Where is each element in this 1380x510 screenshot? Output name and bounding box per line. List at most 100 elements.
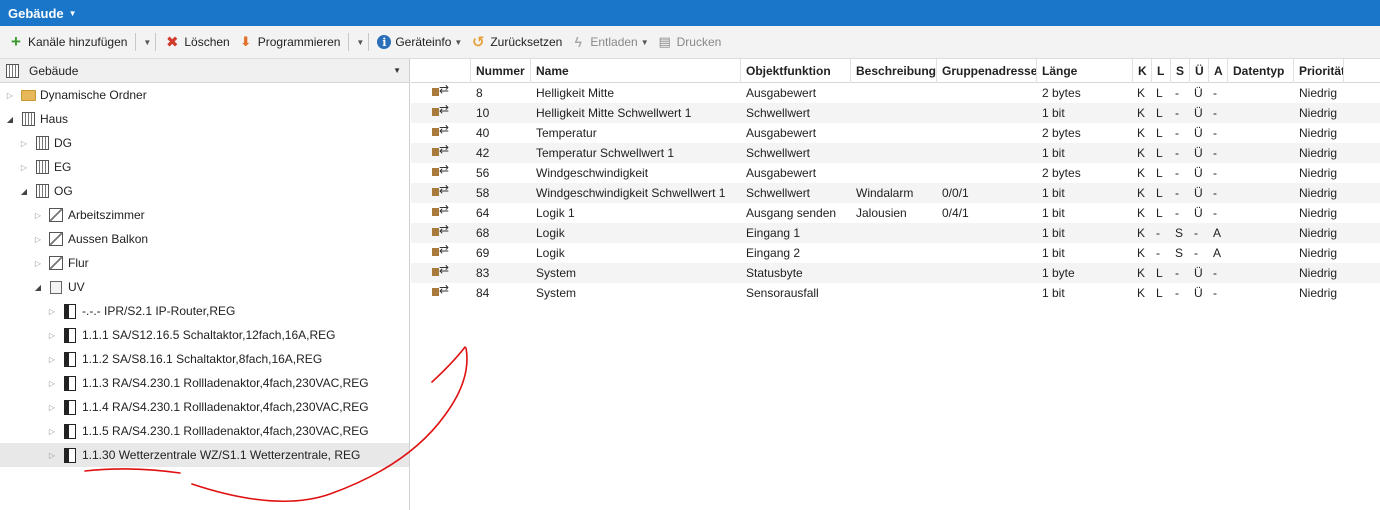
column-header-icon[interactable]: [411, 58, 471, 83]
building-icon: [34, 183, 50, 199]
table-row[interactable]: ⇄ 68 Logik Eingang 11 bit K - S - A Niedrig: [411, 223, 1380, 243]
table-cell: Ü: [1194, 186, 1203, 200]
table-cell: Temperatur Schwellwert 1: [536, 146, 675, 160]
lightning-icon: ϟ: [574, 34, 583, 50]
table-cell: Niedrig: [1299, 286, 1338, 300]
tree-node[interactable]: ▷ Flur: [0, 251, 409, 275]
expand-icon[interactable]: ▷: [46, 307, 58, 316]
table-cell: -: [1175, 206, 1179, 220]
table-cell: -: [1213, 106, 1217, 120]
reset-label: Zurücksetzen: [490, 35, 563, 49]
column-header[interactable]: Beschreibung: [851, 58, 937, 83]
table-cell: Windgeschwindigkeit Schwellwert 1: [536, 186, 726, 200]
expand-icon[interactable]: ▷: [46, 379, 58, 388]
expand-icon[interactable]: ▷: [4, 91, 16, 100]
tree-node[interactable]: ▷ 1.1.3 RA/S4.230.1 Rollladenaktor,4fach,…: [0, 371, 409, 395]
expand-icon[interactable]: ▷: [18, 163, 30, 172]
tree-node[interactable]: ▷ Arbeitszimmer: [0, 203, 409, 227]
expand-icon[interactable]: ▷: [46, 355, 58, 364]
tree-node[interactable]: ▷ DG: [0, 131, 409, 155]
table-header: Nummer Name Objektfunktion Beschreibung Grup…: [411, 58, 1380, 83]
add-channels-button[interactable]: + Kanäle hinzufügen: [4, 30, 131, 54]
column-header[interactable]: Ü: [1190, 58, 1209, 83]
table-cell: Niedrig: [1299, 206, 1338, 220]
table-row[interactable]: ⇄ 10 Helligkeit Mitte Schwellwert 1 Schwell…: [411, 103, 1380, 123]
column-header[interactable]: Nummer: [471, 58, 531, 83]
table-body: ⇄ 8 Helligkeit Mitte Ausgabewert 2 bytes K L - Ü…: [411, 83, 1380, 303]
expand-icon[interactable]: ▷: [46, 403, 58, 412]
title-bar[interactable]: Gebäude ▼: [0, 0, 1380, 26]
table-row[interactable]: ⇄ 58 Windgeschwindigkeit Schwellwert 1 Schw…: [411, 183, 1380, 203]
column-header[interactable]: Name: [531, 58, 741, 83]
tree-node[interactable]: ◢ UV: [0, 275, 409, 299]
plus-icon: +: [11, 32, 21, 51]
column-header[interactable]: K: [1133, 58, 1152, 83]
table-cell: Schwellwert: [746, 106, 811, 120]
table-row[interactable]: ⇄ 56 Windgeschwindigkeit Ausgabewert 2 bytes…: [411, 163, 1380, 183]
delete-button[interactable]: ✖ Löschen: [160, 30, 233, 54]
table-cell: L: [1156, 186, 1163, 200]
tree-node[interactable]: ▷ 1.1.5 RA/S4.230.1 Rollladenaktor,4fach,…: [0, 419, 409, 443]
tree-node[interactable]: ◢ OG: [0, 179, 409, 203]
table-cell: -: [1175, 126, 1179, 140]
expand-icon[interactable]: ▷: [32, 235, 44, 244]
tree-node[interactable]: ▷ 1.1.4 RA/S4.230.1 Rollladenaktor,4fach,…: [0, 395, 409, 419]
table-cell: K: [1137, 286, 1146, 300]
title-dropdown-icon[interactable]: ▼: [69, 9, 77, 18]
tree-node-label: EG: [54, 160, 72, 174]
tree-node[interactable]: ▷ 1.1.1 SA/S12.16.5 Schaltaktor,12fach,16…: [0, 323, 409, 347]
column-header[interactable]: Datentyp: [1228, 58, 1294, 83]
table-cell: -: [1213, 166, 1217, 180]
table-cell: K: [1137, 146, 1146, 160]
table-row[interactable]: ⇄ 84 System Sensorausfall 1 bit K L - Ü - Niedrig: [411, 283, 1380, 303]
tree-header[interactable]: Gebäude ▼: [0, 59, 409, 83]
table-row[interactable]: ⇄ 64 Logik 1 Ausgang senden Jalousien 0/4/1 1 …: [411, 203, 1380, 223]
expand-icon[interactable]: ▷: [32, 211, 44, 220]
window-title[interactable]: Gebäude: [8, 6, 64, 21]
reset-button[interactable]: ↺ Zurücksetzen: [466, 30, 566, 54]
tree-node-label: Arbeitszimmer: [68, 208, 145, 222]
unload-button[interactable]: ϟ Entladen ▼: [566, 30, 652, 54]
device-icon: [62, 399, 78, 415]
table-row[interactable]: ⇄ 83 System Statusbyte 1 byte K L - Ü - Niedrig: [411, 263, 1380, 283]
collapse-icon[interactable]: ◢: [4, 115, 16, 124]
collapse-icon[interactable]: ◢: [18, 187, 30, 196]
tree-node-label: 1.1.2 SA/S8.16.1 Schaltaktor,8fach,16A,R…: [82, 352, 323, 366]
table-cell: L: [1156, 266, 1163, 280]
tree-node-label: Dynamische Ordner: [40, 88, 147, 102]
tree-node-label: 1.1.5 RA/S4.230.1 Rollladenaktor,4fach,2…: [82, 424, 369, 438]
tree-node[interactable]: ▷ 1.1.2 SA/S8.16.1 Schaltaktor,8fach,16A,…: [0, 347, 409, 371]
tree-node[interactable]: ▷ Dynamische Ordner: [0, 83, 409, 107]
tree-node[interactable]: ▷ EG: [0, 155, 409, 179]
tree-node[interactable]: ▷ 1.1.30 Wetterzentrale WZ/S1.1 Wetterzen…: [0, 443, 409, 467]
column-header[interactable]: Objektfunktion: [741, 58, 851, 83]
table-cell: System: [536, 286, 577, 300]
building-icon: [34, 135, 50, 151]
column-header[interactable]: Gruppenadresse: [937, 58, 1037, 83]
expand-icon[interactable]: ▷: [46, 451, 58, 460]
table-cell: L: [1156, 106, 1163, 120]
tree-header-dropdown-icon[interactable]: ▼: [393, 66, 401, 75]
tree-node[interactable]: ▷ Aussen Balkon: [0, 227, 409, 251]
table-row[interactable]: ⇄ 40 Temperatur Ausgabewert 2 bytes K L - Ü - Nied…: [411, 123, 1380, 143]
collapse-icon[interactable]: ◢: [32, 283, 44, 292]
tree-node[interactable]: ▷ -.-.- IPR/S2.1 IP-Router,REG: [0, 299, 409, 323]
expand-icon[interactable]: ▷: [18, 139, 30, 148]
column-header[interactable]: A: [1209, 58, 1228, 83]
column-header[interactable]: S: [1171, 58, 1190, 83]
table-row[interactable]: ⇄ 8 Helligkeit Mitte Ausgabewert 2 bytes K L - Ü…: [411, 83, 1380, 103]
expand-icon[interactable]: ▷: [32, 259, 44, 268]
table-row[interactable]: ⇄ 69 Logik Eingang 21 bit K - S - A Niedrig: [411, 243, 1380, 263]
device-info-button[interactable]: i Geräteinfo ▼: [373, 30, 466, 54]
program-dropdown-icon[interactable]: ▼: [356, 38, 364, 47]
program-button[interactable]: ⬇ Programmieren: [234, 30, 345, 54]
table-row[interactable]: ⇄ 42 Temperatur Schwellwert 1 Schwellwert 1 …: [411, 143, 1380, 163]
column-header[interactable]: Priorität: [1294, 58, 1344, 83]
column-header[interactable]: Länge: [1037, 58, 1133, 83]
tree-node[interactable]: ◢ Haus: [0, 107, 409, 131]
expand-icon[interactable]: ▷: [46, 427, 58, 436]
print-button[interactable]: ▤ Drucken: [653, 30, 726, 54]
expand-icon[interactable]: ▷: [46, 331, 58, 340]
column-header[interactable]: L: [1152, 58, 1171, 83]
add-channels-dropdown-icon[interactable]: ▼: [143, 38, 151, 47]
